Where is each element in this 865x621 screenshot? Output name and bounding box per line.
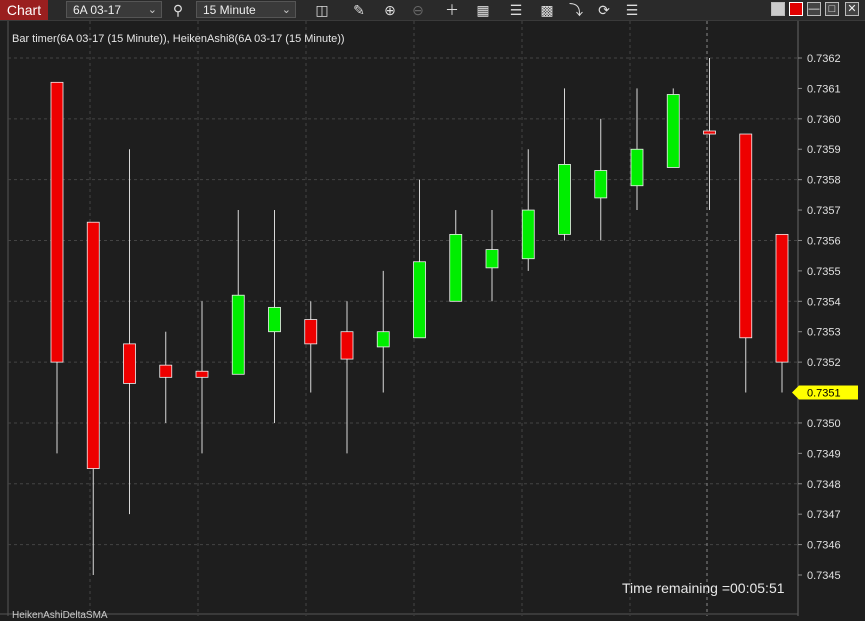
candle-body [376,331,390,348]
candle-body [739,133,753,339]
candle-body [268,306,281,333]
window-color-icon[interactable] [771,2,785,16]
chevron-down-icon: ⌄ [281,4,291,16]
instrument-select[interactable]: 6A 03-17 ⌄ [66,1,162,18]
candle-body [630,148,644,187]
candle-body [594,170,608,199]
indicator-icon[interactable]: ▩ [537,0,557,20]
window-link-icon[interactable] [789,2,803,16]
price-tick-label: 0.7356 [807,235,841,247]
price-tick-label: 0.7346 [807,540,841,552]
candle-body [449,233,463,302]
maximize-icon[interactable]: □ [825,2,839,16]
price-tick-label: 0.7359 [807,144,841,156]
price-tick-label: 0.7352 [807,357,841,369]
price-tick-label: 0.7357 [807,205,841,217]
candle-body [775,233,789,363]
timeframe-select[interactable]: 15 Minute ⌄ [196,1,296,18]
chart-tab[interactable]: Chart [0,0,48,20]
drawing-tools-icon[interactable]: ⤵ [566,0,586,20]
candle-body [413,261,426,339]
refresh-icon[interactable]: ⟳ [594,0,614,20]
candle-body [86,221,100,469]
zoom-in-icon[interactable]: ⊕ [380,0,400,20]
toolbar: Chart 6A 03-17 ⌄ ⚲ 15 Minute ⌄ ◫ ✎ ⊕ ⊖ ＋… [0,0,865,21]
price-tick-label: 0.7360 [807,114,841,126]
candle-body [703,130,716,135]
candle-body [159,364,173,378]
price-tick-label: 0.7358 [807,175,841,187]
candle-body [195,370,209,378]
candle-body [50,81,64,363]
close-icon[interactable]: ✕ [845,2,859,16]
candle-body [666,94,680,168]
price-tick-label: 0.7349 [807,448,841,460]
time-remaining-label: Time remaining =00:05:51 [622,580,785,596]
price-tick-label: 0.7355 [807,266,841,278]
candle-body [558,164,571,235]
strategy-icon[interactable]: ☰ [506,0,526,20]
bar-style-icon[interactable]: ◫ [312,0,332,20]
candle-body [123,343,136,384]
price-tick-label: 0.7354 [807,296,841,308]
price-tick-label: 0.7347 [807,509,841,521]
minimize-icon[interactable]: — [807,2,821,16]
properties-icon[interactable]: ☰ [622,0,642,20]
search-icon[interactable]: ⚲ [168,0,188,20]
price-tick-label: 0.7345 [807,570,841,582]
price-tick-label: 0.7361 [807,83,841,95]
price-chart[interactable]: 0.7362 0.7361 0.7360 0.7359 0.7358 0.7357 0.73… [0,21,865,616]
crosshair-icon[interactable]: ＋ [442,0,462,20]
instrument-value: 6A 03-17 [73,3,122,17]
timeframe-value: 15 Minute [203,3,256,17]
price-tick-label: 0.7362 [807,53,841,65]
candle-body [231,294,245,375]
candle-body [485,249,499,269]
price-tick-label: 0.7350 [807,418,841,430]
zoom-out-icon[interactable]: ⊖ [408,0,428,20]
candle-body [304,319,318,345]
candle-body [521,209,535,260]
last-price-label: 0.7351 [807,388,841,400]
price-tick-label: 0.7348 [807,479,841,491]
candle-body [340,331,354,360]
price-tick-label: 0.7353 [807,327,841,339]
data-box-icon[interactable]: ▦ [473,0,493,20]
pencil-icon[interactable]: ✎ [349,0,369,20]
indicator-label: Bar timer(6A 03-17 (15 Minute)), HeikenA… [12,33,345,45]
chevron-down-icon: ⌄ [147,4,157,16]
